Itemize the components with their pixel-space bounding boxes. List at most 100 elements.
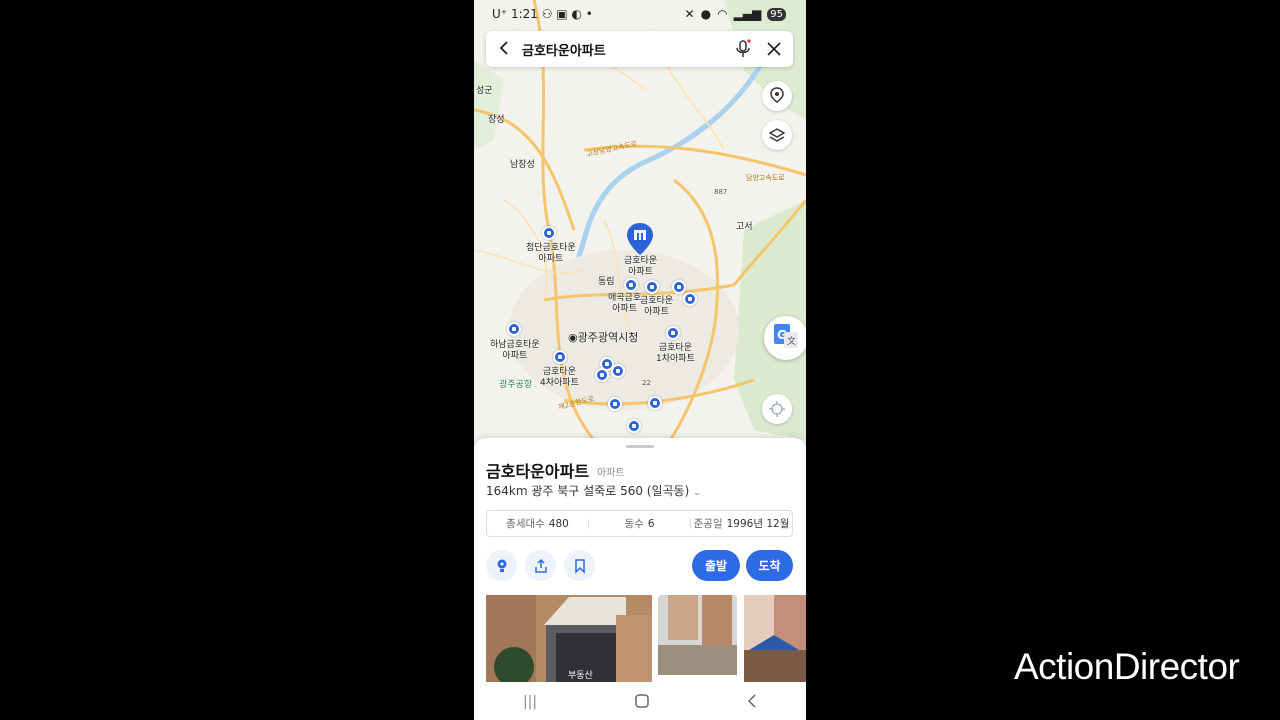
back-button[interactable] (747, 693, 757, 712)
road-label-22: 22 (642, 379, 651, 387)
apartment-pin[interactable] (595, 368, 609, 382)
place-category: 아파트 (597, 468, 625, 479)
map-label-jangseong: 장성 (488, 115, 505, 125)
location-pin-icon (770, 87, 784, 103)
apartment-yard-photo (658, 595, 737, 682)
crosshair-icon (769, 401, 785, 417)
pin-label-first-line1: 금호타운 (658, 343, 692, 353)
apartment-pin[interactable] (627, 419, 641, 433)
pin-label-first-line2: 1차아파트 (656, 354, 695, 364)
android-nav-bar: ||| (474, 684, 806, 720)
apartment-pin-fourth[interactable] (553, 350, 567, 364)
place-stats-box: 총세대수 480 동수 6 준공일 1996년 12월 (486, 510, 793, 537)
search-query-text[interactable]: 금호타운아파트 (522, 40, 606, 59)
depart-button[interactable]: 출발 (692, 550, 740, 581)
pin-label-first: 금호타운 1차아파트 (656, 343, 695, 365)
share-button[interactable] (525, 550, 556, 581)
bookmark-button[interactable] (564, 550, 595, 581)
stat-value: 480 (548, 518, 569, 530)
map-label-airport: 광주공항 (499, 380, 533, 390)
close-icon[interactable] (766, 41, 782, 61)
stat-label: 총세대수 (506, 518, 545, 530)
phone-screen: 금호타운아파트 U⁺ 1:21 ⚇ ▣ ◐ • ✕ ● ◠ ▂▄▆ 95 성군 … (474, 0, 806, 720)
pin-label-maegok: 매곡금호 아파트 (608, 293, 641, 315)
save-location-button[interactable] (486, 550, 517, 581)
stat-value: 1996년 12월 (726, 518, 790, 530)
city-hall-name: 광주광역시청 (577, 331, 639, 344)
main-pin-label: 금호타운 아파트 (624, 256, 657, 278)
share-icon (534, 558, 547, 573)
pin-label-fourth-line1: 금호타운 (542, 367, 576, 377)
status-left: U⁺ 1:21 ⚇ ▣ ◐ • (492, 7, 593, 21)
signal-icon: ▂▄▆ (733, 7, 762, 21)
pin-label-cheomdan-line1: 첨단금호타운 (526, 243, 576, 253)
pin-label-geumho-extra-line2: 아파트 (644, 307, 669, 317)
map-view[interactable]: 금호타운아파트 U⁺ 1:21 ⚇ ▣ ◐ • ✕ ● ◠ ▂▄▆ 95 성군 … (474, 0, 806, 450)
map-layers-button[interactable] (762, 120, 792, 150)
map-label-region: 성군 (476, 86, 493, 96)
home-button[interactable] (635, 693, 649, 712)
selected-place-marker[interactable] (626, 222, 654, 256)
pin-label-hanam: 하남금호타운 아파트 (490, 340, 540, 362)
clock: 1:21 (510, 7, 538, 21)
notification-icons: ⚇ ▣ ◐ • (541, 7, 593, 21)
stat-value: 6 (647, 518, 655, 530)
status-right: ✕ ● ◠ ▂▄▆ 95 (685, 7, 786, 21)
back-arrow-icon[interactable] (498, 40, 510, 60)
recents-button[interactable]: ||| (523, 694, 537, 710)
apartment-pin[interactable] (672, 280, 686, 294)
pin-label-fourth: 금호타운 4차아파트 (540, 367, 579, 389)
pin-label-geumho-extra: 금호타운 아파트 (640, 296, 673, 318)
status-bar: U⁺ 1:21 ⚇ ▣ ◐ • ✕ ● ◠ ▂▄▆ 95 (474, 0, 806, 30)
photo-caption: 부동산 (568, 671, 593, 681)
apartment-pin[interactable] (608, 397, 622, 411)
pin-label-maegok-line1: 매곡금호 (608, 293, 642, 303)
translate-icon: G文 (774, 324, 798, 348)
apartment-pin-hanam[interactable] (507, 322, 521, 336)
mute-icon: ✕ (684, 7, 695, 21)
stat-households: 총세대수 480 (487, 516, 588, 531)
arrive-button[interactable]: 도착 (746, 550, 793, 581)
pin-label-fourth-line2: 4차아파트 (540, 378, 579, 388)
location-icon: ● (700, 7, 712, 21)
apartment-pin-first[interactable] (666, 326, 680, 340)
svg-text:文: 文 (787, 335, 796, 347)
apartment-pin-icon (627, 223, 653, 255)
main-pin-label-line2: 아파트 (628, 267, 653, 277)
map-location-pin-button[interactable] (762, 81, 792, 111)
map-label-goseo: 고서 (736, 222, 753, 232)
stat-completion: 준공일 1996년 12월 (691, 516, 792, 531)
apartment-pin[interactable] (683, 292, 697, 306)
sheet-drag-handle[interactable] (626, 445, 654, 448)
place-address[interactable]: 164km 광주 북구 설죽로 560 (일곡동) ⌄ (486, 482, 701, 499)
place-photo-3[interactable] (744, 595, 806, 682)
google-translate-button[interactable]: G文 (764, 316, 806, 360)
apartment-pin[interactable] (611, 364, 625, 378)
apartment-pin[interactable] (648, 396, 662, 410)
apartment-pin[interactable] (645, 280, 659, 294)
place-photo-1[interactable]: 부동산 (486, 595, 652, 682)
apartment-pin-cheomdan[interactable] (542, 226, 556, 240)
pin-label-geumho-extra-line1: 금호타운 (640, 296, 674, 306)
search-bar[interactable]: 금호타운아파트 (486, 31, 793, 67)
playground-photo (744, 595, 806, 682)
apartment-pin[interactable] (624, 278, 638, 292)
pin-label-cheomdan: 첨단금호타운 아파트 (526, 243, 576, 265)
map-label-dongrim: 동림 (598, 277, 615, 287)
carrier-label: U⁺ (492, 7, 508, 21)
place-photo-2[interactable] (658, 595, 737, 682)
place-bottom-sheet[interactable]: 금호타운아파트 아파트 164km 광주 북구 설죽로 560 (일곡동) ⌄ … (474, 438, 806, 720)
home-icon (635, 693, 649, 708)
video-watermark: ActionDirector (1014, 646, 1240, 687)
stat-label: 준공일 (693, 518, 723, 530)
main-pin-label-line1: 금호타운 (624, 256, 658, 266)
stat-label: 동수 (624, 518, 644, 530)
pin-label-hanam-line1: 하남금호타운 (490, 340, 540, 350)
microphone-icon[interactable] (734, 39, 752, 63)
back-icon (747, 693, 756, 708)
place-title: 금호타운아파트 (486, 462, 590, 481)
city-hall-label[interactable]: ◉광주광역시청 (568, 332, 638, 343)
current-location-button[interactable] (762, 394, 792, 424)
location-bulb-icon (497, 559, 506, 572)
road-label-expressway-2: 담양고속도로 (746, 174, 785, 182)
